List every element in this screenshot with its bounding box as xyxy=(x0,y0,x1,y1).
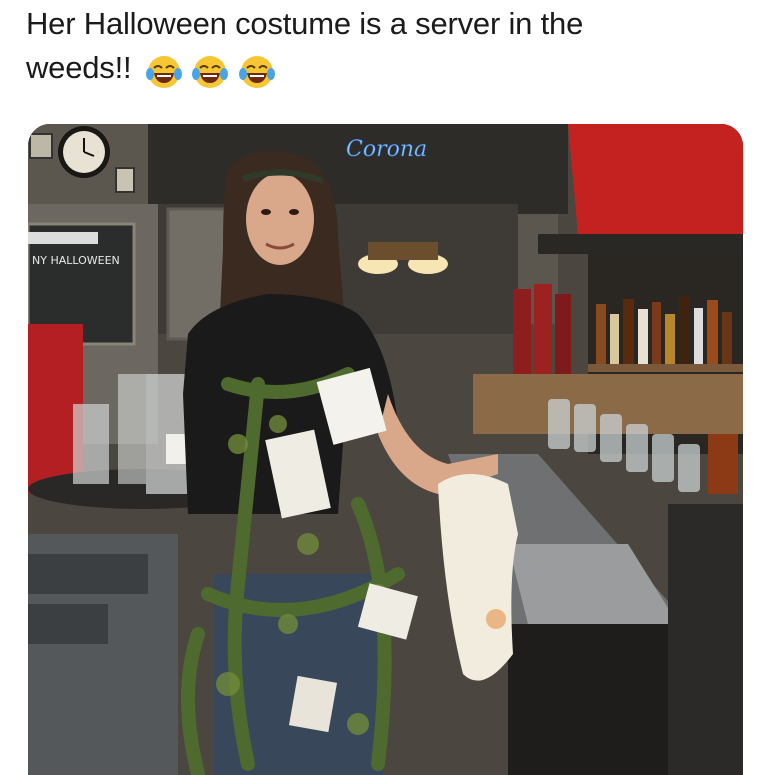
red-canopy xyxy=(568,124,743,234)
laughing-tears-emoji-icon xyxy=(145,55,182,88)
wall-clock xyxy=(58,126,110,178)
chalkboard-text: NY HALLOWEEN xyxy=(32,254,120,267)
order-ticket xyxy=(288,675,338,733)
caption-line-2: weeds!! xyxy=(26,50,132,85)
laughing-tears-emoji-icon xyxy=(238,55,275,88)
wall-lantern xyxy=(115,167,135,193)
bar-scene: NY HALLOWEEN Corona xyxy=(28,124,743,775)
neon-sign: Corona xyxy=(346,137,427,162)
costume-photo: NY HALLOWEEN Corona xyxy=(28,124,743,775)
emoji-row xyxy=(145,48,277,92)
post-caption: Her Halloween costume is a server in the… xyxy=(26,2,746,92)
caption-line-1: Her Halloween costume is a server in the xyxy=(26,6,584,41)
laughing-tears-emoji-icon xyxy=(192,55,229,88)
caption-line-2-wrap: weeds!! xyxy=(26,46,746,92)
